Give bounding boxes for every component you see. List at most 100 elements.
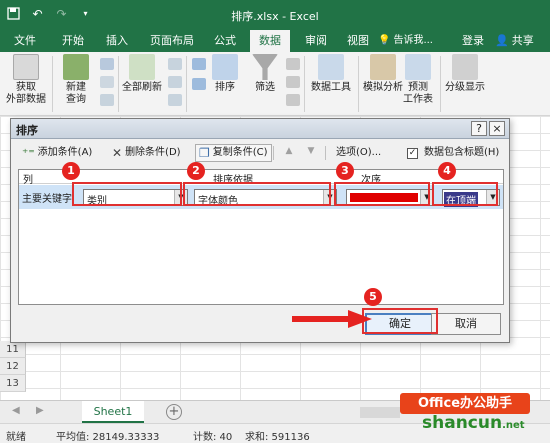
delete-level-label: 删除条件(D) [125,147,181,158]
ribbon-separator [440,56,441,112]
connections-icon[interactable] [168,58,182,70]
login-link[interactable]: 登录 [462,30,484,52]
add-level-label: 添加条件(A) [37,147,93,158]
watermark-logo: Office办公助手 shancun.net [400,393,550,443]
outline-button[interactable]: 分级显示 [442,54,488,94]
filter-button[interactable]: 筛选 [250,54,280,94]
row-headers: 11 12 13 [0,341,26,392]
forecast-label-2: 工作表 [403,94,433,105]
next-sheet-icon[interactable]: ▶ [36,405,44,416]
get-external-label-1: 获取 [16,82,36,93]
highlight-frame-column [72,182,182,206]
move-down-icon[interactable]: ▼ [305,146,317,160]
data-tools-button[interactable]: 数据工具 [306,54,356,94]
sort-az-icon[interactable] [192,58,206,70]
status-sum: 求和: 591136 [245,432,310,443]
cancel-button[interactable]: 取消 [431,313,501,335]
pointer-arrow-icon [292,310,372,328]
toolbar-separator [273,146,274,160]
refresh-icon [129,54,155,80]
toolbar-separator [325,146,326,160]
data-tools-icon [318,54,344,80]
ribbon-separator [52,56,53,112]
clear-filter-icon[interactable] [286,58,300,70]
sort-za-icon[interactable] [192,78,206,90]
outline-icon [452,54,478,80]
help-button[interactable]: ? [471,121,487,136]
get-external-data-button[interactable]: 获取 外部数据 [4,54,48,106]
highlight-frame-sort-on [183,182,331,206]
ribbon-tabs: 文件 开始 插入 页面布局 公式 数据 审阅 视图 💡 告诉我... 登录 👤 … [0,30,550,52]
move-up-icon[interactable]: ▲ [283,146,295,160]
title-bar: ↶ ↷ ▾ 排序.xlsx - Excel [0,0,550,30]
edit-links-icon[interactable] [168,94,182,106]
dialog-title-bar: 排序 ? × [11,119,509,139]
highlight-frame-order [334,182,430,206]
primary-key-label: 主要关键字 [22,194,72,205]
delete-level-icon: ✕ [112,146,123,160]
tab-home[interactable]: 开始 [56,30,90,52]
tab-data[interactable]: 数据 [250,30,290,52]
recent-sources-icon[interactable] [100,94,114,106]
add-level-icon: ⁺⁼ [22,146,35,160]
new-query-label-2: 查询 [66,94,86,105]
tab-review[interactable]: 审阅 [298,30,334,52]
tell-me-box[interactable]: 💡 告诉我... [378,30,433,52]
ribbon-separator [118,56,119,112]
reapply-icon[interactable] [286,76,300,88]
filter-icon [252,54,278,80]
add-level-button[interactable]: ⁺⁼ 添加条件(A) [19,144,95,162]
prev-sheet-icon[interactable]: ◀ [12,405,20,416]
status-average: 平均值: 28149.33333 [56,432,160,443]
sheet-tab[interactable]: Sheet1 [82,401,144,423]
delete-level-button[interactable]: ✕ 删除条件(D) [109,144,184,162]
sort-button[interactable]: 排序 [210,54,240,94]
step-badge: 5 [364,288,382,306]
refresh-all-button[interactable]: 全部刷新 [120,54,164,94]
copy-level-button[interactable]: ❐ 复制条件(C) [195,144,272,162]
options-button[interactable]: 选项(O)... [333,144,384,162]
show-queries-icon[interactable] [100,58,114,70]
highlight-frame-ok [362,308,438,334]
row-number[interactable]: 13 [0,375,26,392]
add-sheet-icon[interactable]: + [166,404,182,420]
data-tools-label: 数据工具 [311,82,351,93]
tab-page-layout[interactable]: 页面布局 [143,30,201,52]
window-title: 排序.xlsx - Excel [231,10,319,23]
refresh-all-label: 全部刷新 [122,82,162,93]
has-headers-checkbox[interactable]: ✓ 数据包含标题(H) [404,144,502,162]
lightbulb-icon: 💡 [378,35,391,46]
forecast-icon [405,54,431,80]
tab-formulas[interactable]: 公式 [207,30,243,52]
horizontal-scrollbar[interactable] [360,407,400,418]
tell-me-text: 告诉我... [393,35,433,46]
new-query-button[interactable]: 新建 查询 [56,54,96,106]
tab-insert[interactable]: 插入 [100,30,134,52]
checkbox-check-icon: ✓ [407,147,418,159]
step-badge: 3 [336,162,354,180]
watermark-suffix: .net [502,420,525,431]
copy-level-label: 复制条件(C) [212,147,268,158]
dialog-title: 排序 [16,124,38,137]
has-headers-label: 数据包含标题(H) [424,147,500,158]
properties-icon[interactable] [168,76,182,88]
filter-label: 筛选 [255,82,275,93]
forecast-sheet-button[interactable]: 预测 工作表 [400,54,436,106]
copy-level-icon: ❐ [199,146,210,160]
outline-label: 分级显示 [445,82,485,93]
watermark-bottom: shancun.net [422,413,525,433]
highlight-frame-position [432,182,498,206]
ribbon-data: 获取 外部数据 新建 查询 全部刷新 排序 筛选 数据工具 模拟分析 预测 工作… [0,52,550,116]
ribbon-separator [186,56,187,112]
row-number[interactable]: 12 [0,358,26,375]
close-button[interactable]: × [489,121,505,136]
share-label: 共享 [511,34,534,47]
tab-view[interactable]: 视图 [340,30,376,52]
from-table-icon[interactable] [100,76,114,88]
advanced-filter-icon[interactable] [286,94,300,106]
row-number[interactable]: 11 [0,341,26,358]
watermark-bottom-text: shancun [422,413,503,433]
what-if-icon [370,54,396,80]
tab-file[interactable]: 文件 [8,30,42,52]
share-button[interactable]: 👤 共享 [495,30,534,52]
